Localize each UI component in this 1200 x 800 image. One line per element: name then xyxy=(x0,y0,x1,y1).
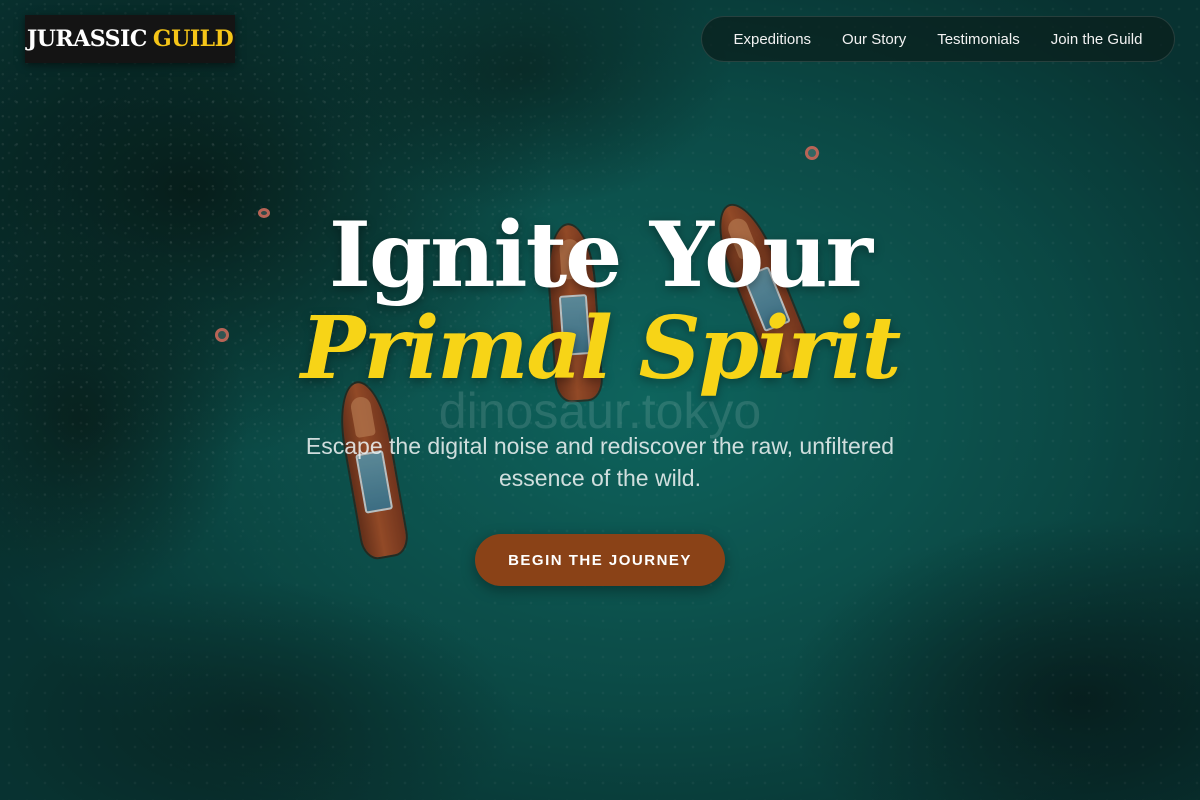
brand-name-part1: JURASSIC xyxy=(26,26,148,52)
nav-link-join-the-guild[interactable]: Join the Guild xyxy=(1051,31,1143,48)
nav-link-our-story[interactable]: Our Story xyxy=(842,31,906,48)
hero-section: Ignite Your Primal Spirit xyxy=(0,210,1200,392)
hero-title-line1: Ignite Your xyxy=(328,202,873,308)
hero-subtitle: Escape the digital noise and rediscover … xyxy=(305,433,895,491)
nav-link-testimonials[interactable]: Testimonials xyxy=(937,31,1020,48)
hero-title-line2: Primal Spirit xyxy=(300,298,902,399)
begin-journey-button[interactable]: BEGIN THE JOURNEY xyxy=(475,534,725,586)
nav-link-expeditions[interactable]: Expeditions xyxy=(733,31,811,48)
brand-logo[interactable]: JURASSIC GUILD xyxy=(25,15,235,63)
main-nav: Expeditions Our Story Testimonials Join … xyxy=(701,16,1175,62)
brand-name-part2: GUILD xyxy=(152,26,234,52)
